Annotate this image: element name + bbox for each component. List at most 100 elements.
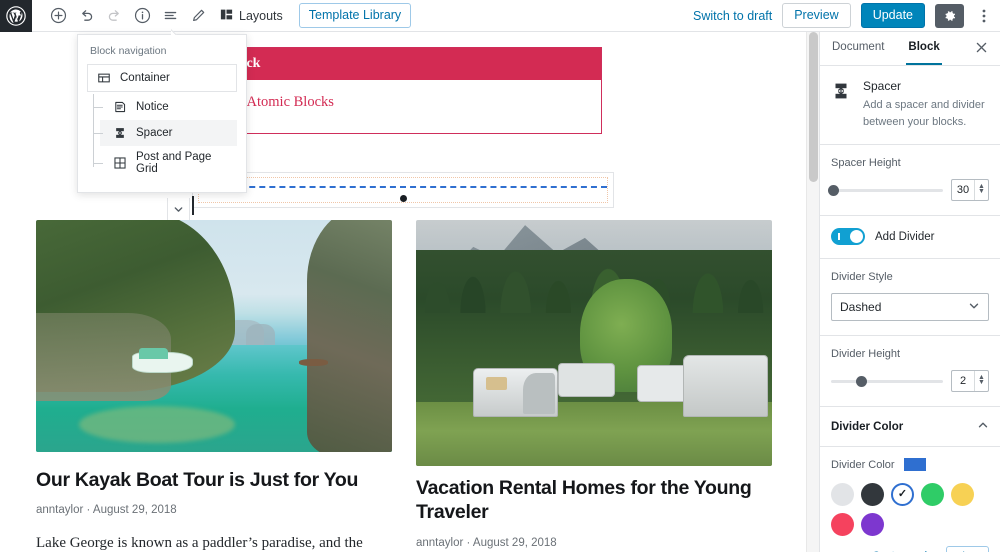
selected-block-name: Spacer: [863, 79, 902, 93]
toolbar-right-group: Switch to draft Preview Update: [693, 3, 1000, 28]
add-block-icon[interactable]: [44, 2, 72, 30]
block-nav-item-notice[interactable]: Notice: [93, 94, 237, 120]
canvas-vertical-scrollbar[interactable]: ▲: [806, 32, 819, 552]
popover-caret: [171, 28, 183, 35]
block-nav-item-label: Post and Page Grid: [136, 151, 212, 175]
redo-icon[interactable]: [100, 2, 128, 30]
spacer-icon: [831, 79, 853, 130]
post-excerpt: Lake George is known as a paddler’s para…: [36, 535, 363, 552]
preview-button[interactable]: Preview: [782, 3, 851, 28]
block-navigation-popover[interactable]: Block navigation Container Notice Spacer…: [77, 34, 247, 193]
block-nav-item-label: Notice: [136, 101, 169, 113]
block-navigation-icon[interactable]: [156, 2, 184, 30]
post-and-page-grid-block[interactable]: Our Kayak Boat Tour is Just for You annt…: [36, 220, 772, 552]
edit-pencil-icon[interactable]: [184, 2, 212, 30]
add-divider-toggle[interactable]: [831, 228, 865, 245]
layouts-icon: [219, 7, 234, 25]
divider-color-field-label: Divider Color: [831, 458, 895, 471]
post-card[interactable]: Our Kayak Boat Tour is Just for You annt…: [36, 220, 392, 552]
switch-to-draft-link[interactable]: Switch to draft: [693, 9, 772, 23]
divider-height-slider[interactable]: [831, 375, 943, 387]
post-author[interactable]: anntaylor: [416, 537, 463, 549]
post-meta-separator: ·: [86, 504, 91, 517]
clear-color-button[interactable]: Clear: [945, 546, 989, 552]
color-swatch-yellow[interactable]: [951, 483, 974, 506]
divider-style-select[interactable]: Dashed: [831, 293, 989, 321]
sidebar-tabs: Document Block: [820, 32, 1000, 66]
spacer-height-slider-thumb[interactable]: [827, 184, 839, 196]
color-actions-row: Custom color Clear: [831, 546, 989, 552]
block-nav-item-container[interactable]: Container: [87, 64, 237, 92]
color-swatch-green[interactable]: [921, 483, 944, 506]
block-nav-item-label: Container: [120, 72, 170, 84]
divider-height-section: Divider Height 2 ▲ ▼: [820, 336, 1000, 407]
update-button[interactable]: Update: [860, 3, 925, 28]
block-nav-children: Notice Spacer Post and Page Grid: [87, 94, 237, 180]
color-swatch-red[interactable]: [831, 513, 854, 536]
campsite-caravans-forest-photo[interactable]: [416, 220, 772, 466]
color-swatch-light-gray[interactable]: [831, 483, 854, 506]
divider-height-control: 2 ▲ ▼: [831, 370, 989, 392]
block-navigation-toggle-chevron-down-icon[interactable]: [167, 198, 190, 221]
divider-color-panel-header[interactable]: Divider Color: [820, 407, 1000, 447]
tab-block[interactable]: Block: [906, 32, 942, 65]
divider-height-value[interactable]: 2: [952, 375, 974, 387]
toolbar-icon-group: Layouts Template Library: [44, 2, 412, 30]
spacer-height-value[interactable]: 30: [952, 184, 974, 196]
spacer-icon: [112, 125, 128, 141]
divider-height-slider-thumb[interactable]: [855, 375, 867, 387]
post-title[interactable]: Our Kayak Boat Tour is Just for You: [36, 468, 392, 492]
divider-color-swatches: ✓: [831, 483, 989, 536]
divider-height-label: Divider Height: [831, 348, 901, 360]
divider-color-current-swatch[interactable]: [903, 458, 926, 471]
grid-icon: [112, 155, 128, 171]
color-swatch-dark-gray[interactable]: [861, 483, 884, 506]
content-info-icon[interactable]: [128, 2, 156, 30]
divider-color-current-row: Divider Color: [831, 458, 989, 471]
divider-height-stepper[interactable]: 2 ▲ ▼: [951, 370, 989, 392]
block-navigation-title: Block navigation: [90, 45, 167, 57]
spacer-height-stepper[interactable]: 30 ▲ ▼: [951, 179, 989, 201]
color-swatch-blue-selected[interactable]: ✓: [891, 483, 914, 506]
tropical-lagoon-boat-photo[interactable]: [36, 220, 392, 452]
selected-block-card: Spacer Add a spacer and divider between …: [820, 66, 1000, 145]
block-nav-item-post-and-page-grid[interactable]: Post and Page Grid: [93, 146, 237, 180]
post-meta: anntaylor · August 29, 2018: [416, 537, 772, 549]
spacer-height-label: Spacer Height: [831, 157, 901, 169]
spacer-block[interactable]: [192, 172, 614, 208]
scrollbar-thumb[interactable]: [809, 32, 818, 182]
post-title[interactable]: Vacation Rental Homes for the Young Trav…: [416, 476, 772, 525]
post-card[interactable]: Vacation Rental Homes for the Young Trav…: [416, 220, 772, 552]
gear-icon[interactable]: [935, 3, 964, 28]
color-swatch-purple[interactable]: [861, 513, 884, 536]
close-icon[interactable]: [973, 39, 990, 58]
spacer-block-cursor: [192, 196, 194, 215]
add-divider-label: Add Divider: [875, 230, 935, 243]
spacer-height-spinner[interactable]: ▲ ▼: [974, 180, 988, 200]
undo-icon[interactable]: [72, 2, 100, 30]
kebab-menu-icon[interactable]: [974, 4, 994, 28]
spacer-height-section: Spacer Height 30 ▲ ▼: [820, 145, 1000, 216]
post-date: August 29, 2018: [92, 504, 177, 517]
block-nav-item-spacer[interactable]: Spacer: [93, 120, 237, 146]
wordpress-logo-icon[interactable]: [0, 0, 32, 32]
post-meta-separator: ·: [466, 536, 471, 549]
divider-style-section: Divider Style Dashed: [820, 259, 1000, 336]
template-library-button[interactable]: Template Library: [298, 3, 412, 28]
add-divider-row[interactable]: Add Divider: [820, 216, 1000, 259]
container-icon: [96, 70, 112, 86]
chevron-down-icon: [968, 300, 980, 315]
chevron-up-icon: [977, 419, 989, 434]
block-settings-sidebar[interactable]: Document Block Spacer Add a spacer and d…: [819, 32, 1000, 552]
tab-document[interactable]: Document: [830, 32, 886, 65]
divider-style-value: Dashed: [840, 300, 882, 314]
divider-height-spinner[interactable]: ▲ ▼: [974, 371, 988, 391]
layouts-label: Layouts: [239, 8, 283, 23]
spacer-height-slider[interactable]: [827, 184, 943, 196]
editor-top-bar: Layouts Template Library Switch to draft…: [0, 0, 1000, 32]
post-meta: anntaylor · August 29, 2018: [36, 504, 392, 516]
layouts-button[interactable]: Layouts: [219, 7, 283, 25]
block-nav-item-label: Spacer: [136, 127, 173, 139]
spacer-resize-handle[interactable]: [400, 195, 407, 202]
post-author[interactable]: anntaylor: [36, 504, 83, 516]
